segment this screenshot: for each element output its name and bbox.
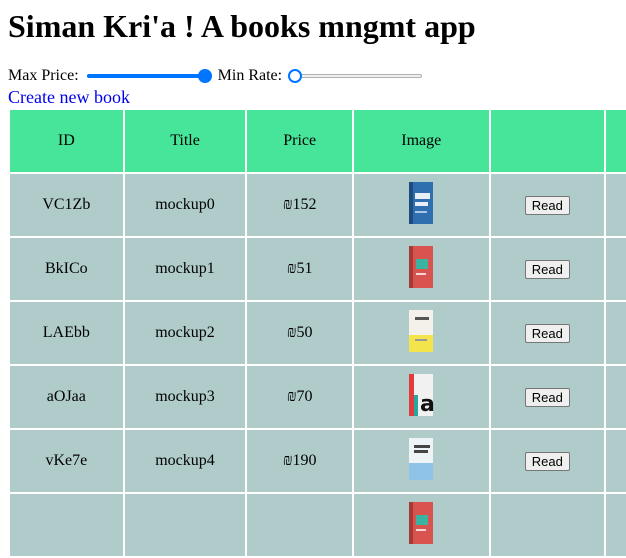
yellow-book-icon	[407, 309, 435, 358]
cell-extra	[606, 302, 626, 364]
cell-price: ₪152	[247, 174, 352, 236]
header-image: Image	[354, 110, 489, 172]
max-price-slider[interactable]	[85, 67, 214, 85]
books-table: ID Title Price Image VC1Zb mockup0 ₪152 Rea…	[8, 108, 626, 558]
cell-id: LAEbb	[10, 302, 123, 364]
cell-action: Read	[490, 238, 605, 300]
cell-extra	[606, 238, 626, 300]
header-price: Price	[247, 110, 352, 172]
create-new-book-link[interactable]: Create new book	[8, 87, 130, 107]
read-button[interactable]: Read	[524, 387, 570, 407]
cell-title: mockup4	[124, 430, 246, 492]
cell-title: mockup3	[124, 366, 246, 428]
max-price-slider-thumb[interactable]	[197, 69, 212, 83]
header-extra	[606, 110, 626, 172]
min-rate-slider[interactable]	[288, 67, 424, 85]
table-row: vKe7e mockup4 ₪190 Read	[10, 430, 626, 492]
header-action	[490, 110, 605, 172]
cell-price: ₪51	[247, 238, 352, 300]
svg-text:a: a	[420, 392, 435, 417]
cell-price: ₪70	[247, 366, 352, 428]
header-title: Title	[124, 110, 246, 172]
cell-price: ₪190	[247, 430, 352, 492]
read-button[interactable]: Read	[524, 195, 570, 215]
table-header-row: ID Title Price Image	[10, 110, 626, 172]
cell-price: ₪50	[247, 302, 352, 364]
table-row: BkICo mockup1 ₪51 Read	[10, 238, 626, 300]
red-book-icon	[407, 501, 435, 550]
cell-extra	[606, 430, 626, 492]
cell-action: Read	[490, 366, 605, 428]
cell-action: Read	[490, 174, 605, 236]
cell-title	[124, 494, 246, 556]
cell-extra	[606, 174, 626, 236]
header-id: ID	[10, 110, 123, 172]
cell-image	[354, 430, 489, 492]
table-row	[10, 494, 626, 556]
max-price-label: Max Price:	[8, 67, 79, 84]
page-title: Siman Kri'a ! A books mngmt app	[8, 8, 476, 44]
cell-extra	[606, 494, 626, 556]
read-button[interactable]: Read	[524, 451, 570, 471]
cell-id: VC1Zb	[10, 174, 123, 236]
table-row: VC1Zb mockup0 ₪152 Read	[10, 174, 626, 236]
cell-title: mockup2	[124, 302, 246, 364]
table-row: aOJaa mockup3 ₪70 a Read	[10, 366, 626, 428]
cell-action: Read	[490, 302, 605, 364]
cell-action: Read	[490, 430, 605, 492]
cell-image: a	[354, 366, 489, 428]
cell-id	[10, 494, 123, 556]
books-table-container: ID Title Price Image VC1Zb mockup0 ₪152 Rea…	[8, 108, 626, 558]
blue-book-icon	[407, 181, 435, 230]
light-blue-book-icon	[407, 437, 435, 486]
cell-id: BkICo	[10, 238, 123, 300]
cell-extra	[606, 366, 626, 428]
read-button[interactable]: Read	[524, 323, 570, 343]
read-button[interactable]: Read	[524, 259, 570, 279]
cell-action	[490, 494, 605, 556]
min-rate-slider-thumb[interactable]	[288, 69, 303, 83]
cell-image	[354, 494, 489, 556]
cell-id: vKe7e	[10, 430, 123, 492]
cell-image	[354, 238, 489, 300]
cell-image	[354, 174, 489, 236]
cell-title: mockup0	[124, 174, 246, 236]
min-rate-label: Min Rate:	[217, 67, 283, 84]
cell-image	[354, 302, 489, 364]
filters-bar: Max Price: Min Rate:	[8, 65, 428, 87]
cell-id: aOJaa	[10, 366, 123, 428]
cell-price	[247, 494, 352, 556]
cell-title: mockup1	[124, 238, 246, 300]
letter-a-book-icon: a	[407, 373, 435, 422]
table-row: LAEbb mockup2 ₪50 Read	[10, 302, 626, 364]
red-book-icon	[407, 245, 435, 294]
